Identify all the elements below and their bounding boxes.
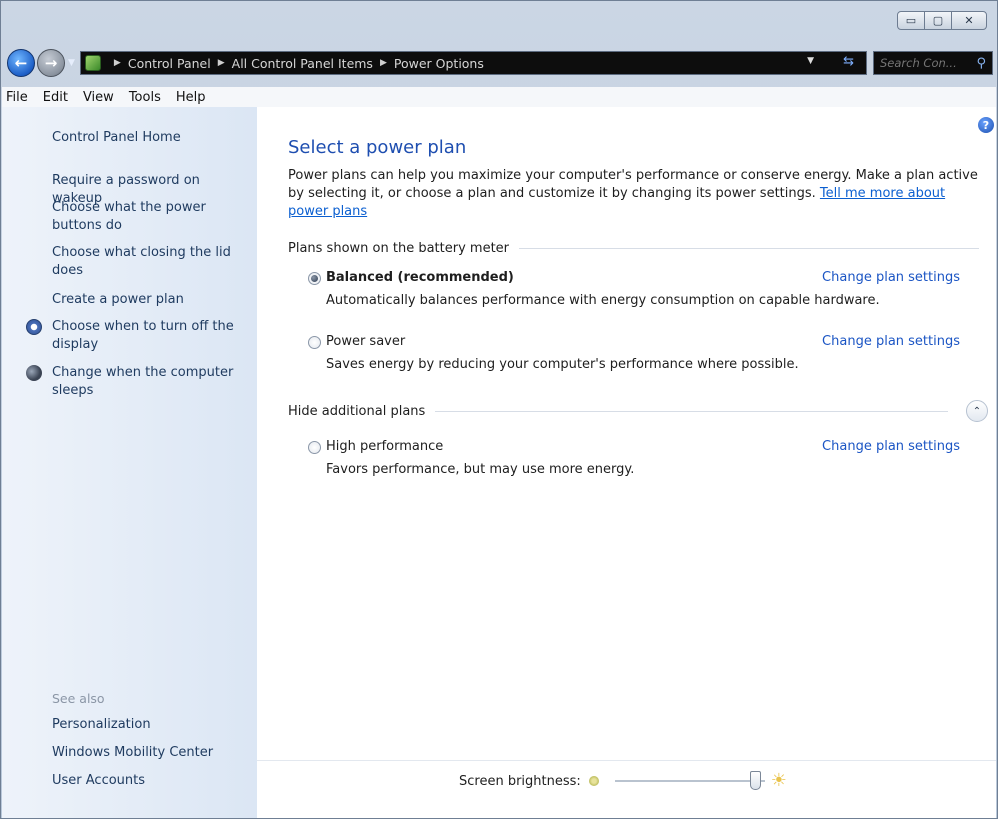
plan-desc-power-saver: Saves energy by reducing your computer's… xyxy=(326,357,799,372)
dim-sun-icon xyxy=(588,776,599,786)
battery-meter-group: Plans shown on the battery meter xyxy=(288,241,979,256)
change-plan-settings-high-performance[interactable]: Change plan settings xyxy=(822,439,960,454)
control-panel-icon xyxy=(84,55,101,71)
battery-group-label: Plans shown on the battery meter xyxy=(288,241,510,256)
address-dropdown-icon[interactable]: ▼ xyxy=(807,56,814,66)
task-closing-lid[interactable]: Choose what closing the lid does xyxy=(52,244,237,280)
forward-arrow-icon[interactable]: → xyxy=(37,49,65,77)
plan-desc-high-performance: Favors performance, but may use more ene… xyxy=(326,462,635,477)
recent-pages-dropdown[interactable]: ▼ xyxy=(68,58,75,68)
menu-bar: File Edit View Tools Help xyxy=(2,87,996,107)
breadcrumb-power-options[interactable]: Power Options xyxy=(394,56,484,71)
window-controls: ▭ ▢ ✕ xyxy=(897,11,987,30)
menu-edit[interactable]: Edit xyxy=(43,90,68,105)
moon-icon xyxy=(26,365,42,381)
help-icon[interactable]: ? xyxy=(978,117,994,133)
clock-icon xyxy=(26,319,42,335)
task-turn-off-display[interactable]: Choose when to turn off the display xyxy=(52,318,242,354)
back-arrow-icon[interactable]: ← xyxy=(7,49,35,77)
menu-help[interactable]: Help xyxy=(176,90,206,105)
task-power-buttons[interactable]: Choose what the power buttons do xyxy=(52,199,217,235)
search-input[interactable] xyxy=(880,56,970,70)
navigation-row: ← → ▼ ▶ Control Panel ▶ All Control Pane… xyxy=(7,47,993,79)
collapse-plans-button[interactable]: ⌃ xyxy=(966,400,988,422)
plan-name-high-performance[interactable]: High performance xyxy=(326,439,443,454)
close-button[interactable]: ✕ xyxy=(951,11,987,30)
maximize-button[interactable]: ▢ xyxy=(924,11,952,30)
menu-tools[interactable]: Tools xyxy=(129,90,161,105)
change-plan-settings-balanced[interactable]: Change plan settings xyxy=(822,270,960,285)
see-also-mobility-center[interactable]: Windows Mobility Center xyxy=(52,744,252,762)
chevron-right-icon[interactable]: ▶ xyxy=(380,58,387,68)
window-frame: ▭ ▢ ✕ ← → ▼ ▶ Control Panel ▶ All Contro… xyxy=(0,0,998,819)
plan-desc-balanced: Automatically balances performance with … xyxy=(326,293,880,308)
menu-file[interactable]: File xyxy=(6,90,28,105)
bright-sun-icon: ☀ xyxy=(770,770,787,791)
see-also-user-accounts[interactable]: User Accounts xyxy=(52,772,252,790)
brightness-control: Screen brightness: ☀ xyxy=(459,770,787,791)
address-bar[interactable]: ▶ Control Panel ▶ All Control Panel Item… xyxy=(79,51,867,75)
task-create-plan[interactable]: Create a power plan xyxy=(52,291,252,309)
plan-radio-high-performance[interactable] xyxy=(308,441,321,454)
tasks-pane: Control Panel Home Require a password on… xyxy=(2,107,257,818)
minimize-button[interactable]: ▭ xyxy=(897,11,925,30)
content-area: Control Panel Home Require a password on… xyxy=(2,107,996,818)
group-divider xyxy=(435,411,948,412)
brightness-slider-thumb[interactable] xyxy=(749,771,761,790)
breadcrumb-all-items[interactable]: All Control Panel Items xyxy=(232,56,373,71)
search-icon[interactable]: ⚲ xyxy=(976,56,986,71)
additional-group-label: Hide additional plans xyxy=(288,404,426,419)
title-bar: ▭ ▢ ✕ xyxy=(1,1,997,45)
chevron-right-icon[interactable]: ▶ xyxy=(218,58,225,68)
chevron-right-icon[interactable]: ▶ xyxy=(114,58,121,68)
refresh-icon[interactable]: ⇆ xyxy=(843,54,854,69)
main-pane: ? Select a power plan Power plans can he… xyxy=(287,107,996,818)
see-also-heading: See also xyxy=(52,691,105,706)
intro-text: Power plans can help you maximize your c… xyxy=(288,167,983,221)
plan-name-power-saver[interactable]: Power saver xyxy=(326,334,405,349)
plan-radio-balanced[interactable] xyxy=(308,272,321,285)
page-title: Select a power plan xyxy=(288,137,467,158)
additional-plans-group: Hide additional plans xyxy=(288,404,948,419)
plan-radio-power-saver[interactable] xyxy=(308,336,321,349)
search-box[interactable]: ⚲ xyxy=(873,51,993,75)
footer-divider xyxy=(257,760,996,761)
task-computer-sleeps[interactable]: Change when the computer sleeps xyxy=(52,364,242,400)
menu-view[interactable]: View xyxy=(83,90,114,105)
control-panel-home-link[interactable]: Control Panel Home xyxy=(52,129,252,147)
change-plan-settings-power-saver[interactable]: Change plan settings xyxy=(822,334,960,349)
plan-name-balanced[interactable]: Balanced (recommended) xyxy=(326,270,514,285)
brightness-slider[interactable] xyxy=(614,771,765,790)
group-divider xyxy=(519,248,979,249)
see-also-personalization[interactable]: Personalization xyxy=(52,716,252,734)
breadcrumb-control-panel[interactable]: Control Panel xyxy=(128,56,211,71)
brightness-label: Screen brightness: xyxy=(459,773,581,789)
